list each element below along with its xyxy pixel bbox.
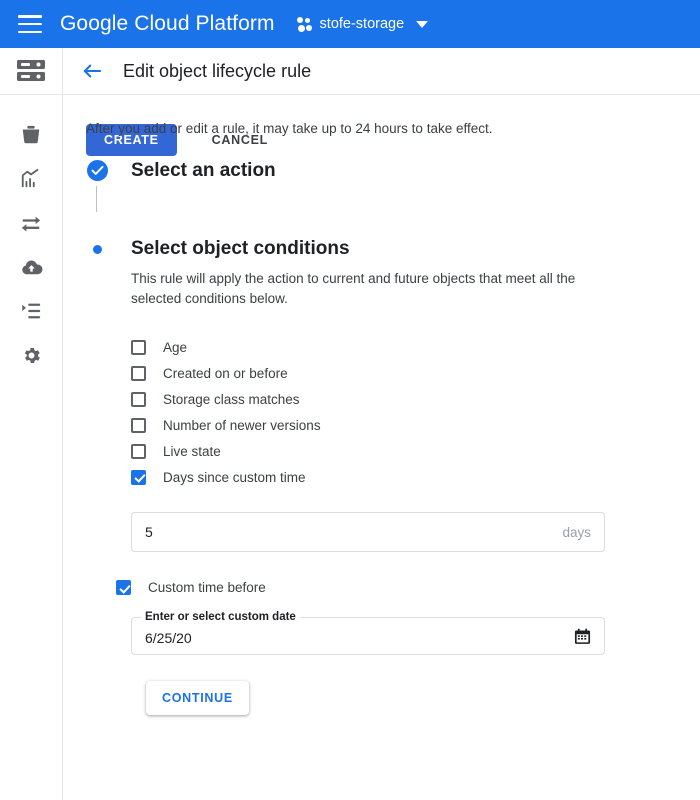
rail-item-browser[interactable] (0, 113, 62, 157)
checkbox-created-on-or-before[interactable] (131, 365, 146, 381)
brand-title: Google Cloud Platform (60, 12, 275, 35)
custom-date-field[interactable]: Enter or select custom date 6/25/20 (131, 611, 605, 655)
left-icon-rail (0, 48, 63, 800)
rail-item-cloud-storage[interactable] (0, 48, 62, 95)
days-suffix-label: days (562, 524, 591, 540)
checkbox-live-state[interactable] (131, 443, 146, 459)
hamburger-menu-icon[interactable] (18, 15, 42, 33)
custom-date-legend: Enter or select custom date (141, 611, 300, 623)
condition-label: Age (163, 339, 188, 355)
checkbox-number-of-newer-versions[interactable] (131, 417, 146, 433)
main-content: After you add or edit a rule, it may tak… (63, 95, 700, 800)
step2-description: This rule will apply the action to curre… (131, 271, 576, 306)
storage-server-icon (16, 58, 46, 84)
rail-item-settings[interactable] (0, 333, 62, 377)
list-logs-icon (20, 300, 42, 322)
object-conditions-list: Age Created on or before Storage class m… (131, 334, 666, 490)
rail-item-monitoring[interactable] (0, 157, 62, 201)
rail-item-transfer-appliance[interactable] (0, 245, 62, 289)
condition-label: Live state (163, 443, 221, 459)
bucket-icon (20, 124, 42, 146)
checkbox-days-since-custom-time[interactable] (131, 469, 146, 485)
project-name-label: stofe-storage (319, 16, 405, 32)
active-dot-icon (92, 245, 102, 254)
condition-row-age[interactable]: Age (131, 334, 666, 360)
step1-marker (86, 160, 108, 181)
check-circle-icon (86, 160, 108, 181)
back-arrow-icon[interactable] (81, 62, 103, 80)
condition-label: Storage class matches (163, 391, 300, 407)
project-selector[interactable]: stofe-storage (296, 16, 429, 32)
monitoring-chart-icon (20, 168, 42, 190)
step-select-an-action[interactable]: Select an action (86, 160, 666, 212)
rail-item-settings-list[interactable] (0, 289, 62, 333)
condition-label: Created on or before (163, 365, 288, 381)
step-select-object-conditions: Select object conditions This rule will … (86, 238, 666, 715)
cloud-upload-icon (20, 256, 43, 279)
step2-title: Select object conditions (131, 238, 350, 259)
app-root: Google Cloud Platform stofe-storage Edit… (0, 0, 700, 800)
checkbox-custom-time-before[interactable] (116, 580, 131, 595)
step2-marker (86, 238, 108, 254)
days-input-value[interactable]: 5 (145, 524, 562, 540)
gear-icon (21, 345, 42, 366)
lifecycle-notice: After you add or edit a rule, it may tak… (86, 121, 493, 136)
continue-button[interactable]: CONTINUE (146, 681, 249, 715)
page-header: Edit object lifecycle rule (63, 48, 700, 95)
custom-time-before-label: Custom time before (148, 580, 266, 595)
condition-row-custom-time-before[interactable]: Custom time before (116, 580, 666, 595)
condition-row-live-state[interactable]: Live state (131, 438, 666, 464)
rail-item-transfer[interactable] (0, 201, 62, 245)
lifecycle-stepper: Select an action Select object condition… (86, 160, 666, 715)
condition-row-number-of-newer-versions[interactable]: Number of newer versions (131, 412, 666, 438)
condition-row-storage-class-matches[interactable]: Storage class matches (131, 386, 666, 412)
page-title: Edit object lifecycle rule (123, 60, 312, 81)
transfer-arrows-icon (20, 212, 42, 234)
checkbox-storage-class-matches[interactable] (131, 391, 146, 407)
calendar-icon[interactable] (574, 628, 591, 645)
step1-title: Select an action (131, 160, 276, 181)
project-dots-icon (296, 16, 312, 32)
top-app-bar: Google Cloud Platform stofe-storage (0, 0, 700, 48)
step-connector-line (96, 186, 97, 212)
condition-label: Number of newer versions (163, 417, 321, 433)
custom-date-input-value[interactable]: 6/25/20 (145, 626, 574, 646)
condition-row-days-since-custom-time[interactable]: Days since custom time (131, 464, 666, 490)
chevron-down-icon[interactable] (416, 20, 429, 28)
checkbox-age[interactable] (131, 339, 146, 355)
days-since-custom-time-field[interactable]: 5 days (131, 512, 605, 552)
condition-row-created-on-or-before[interactable]: Created on or before (131, 360, 666, 386)
condition-label: Days since custom time (163, 469, 306, 485)
